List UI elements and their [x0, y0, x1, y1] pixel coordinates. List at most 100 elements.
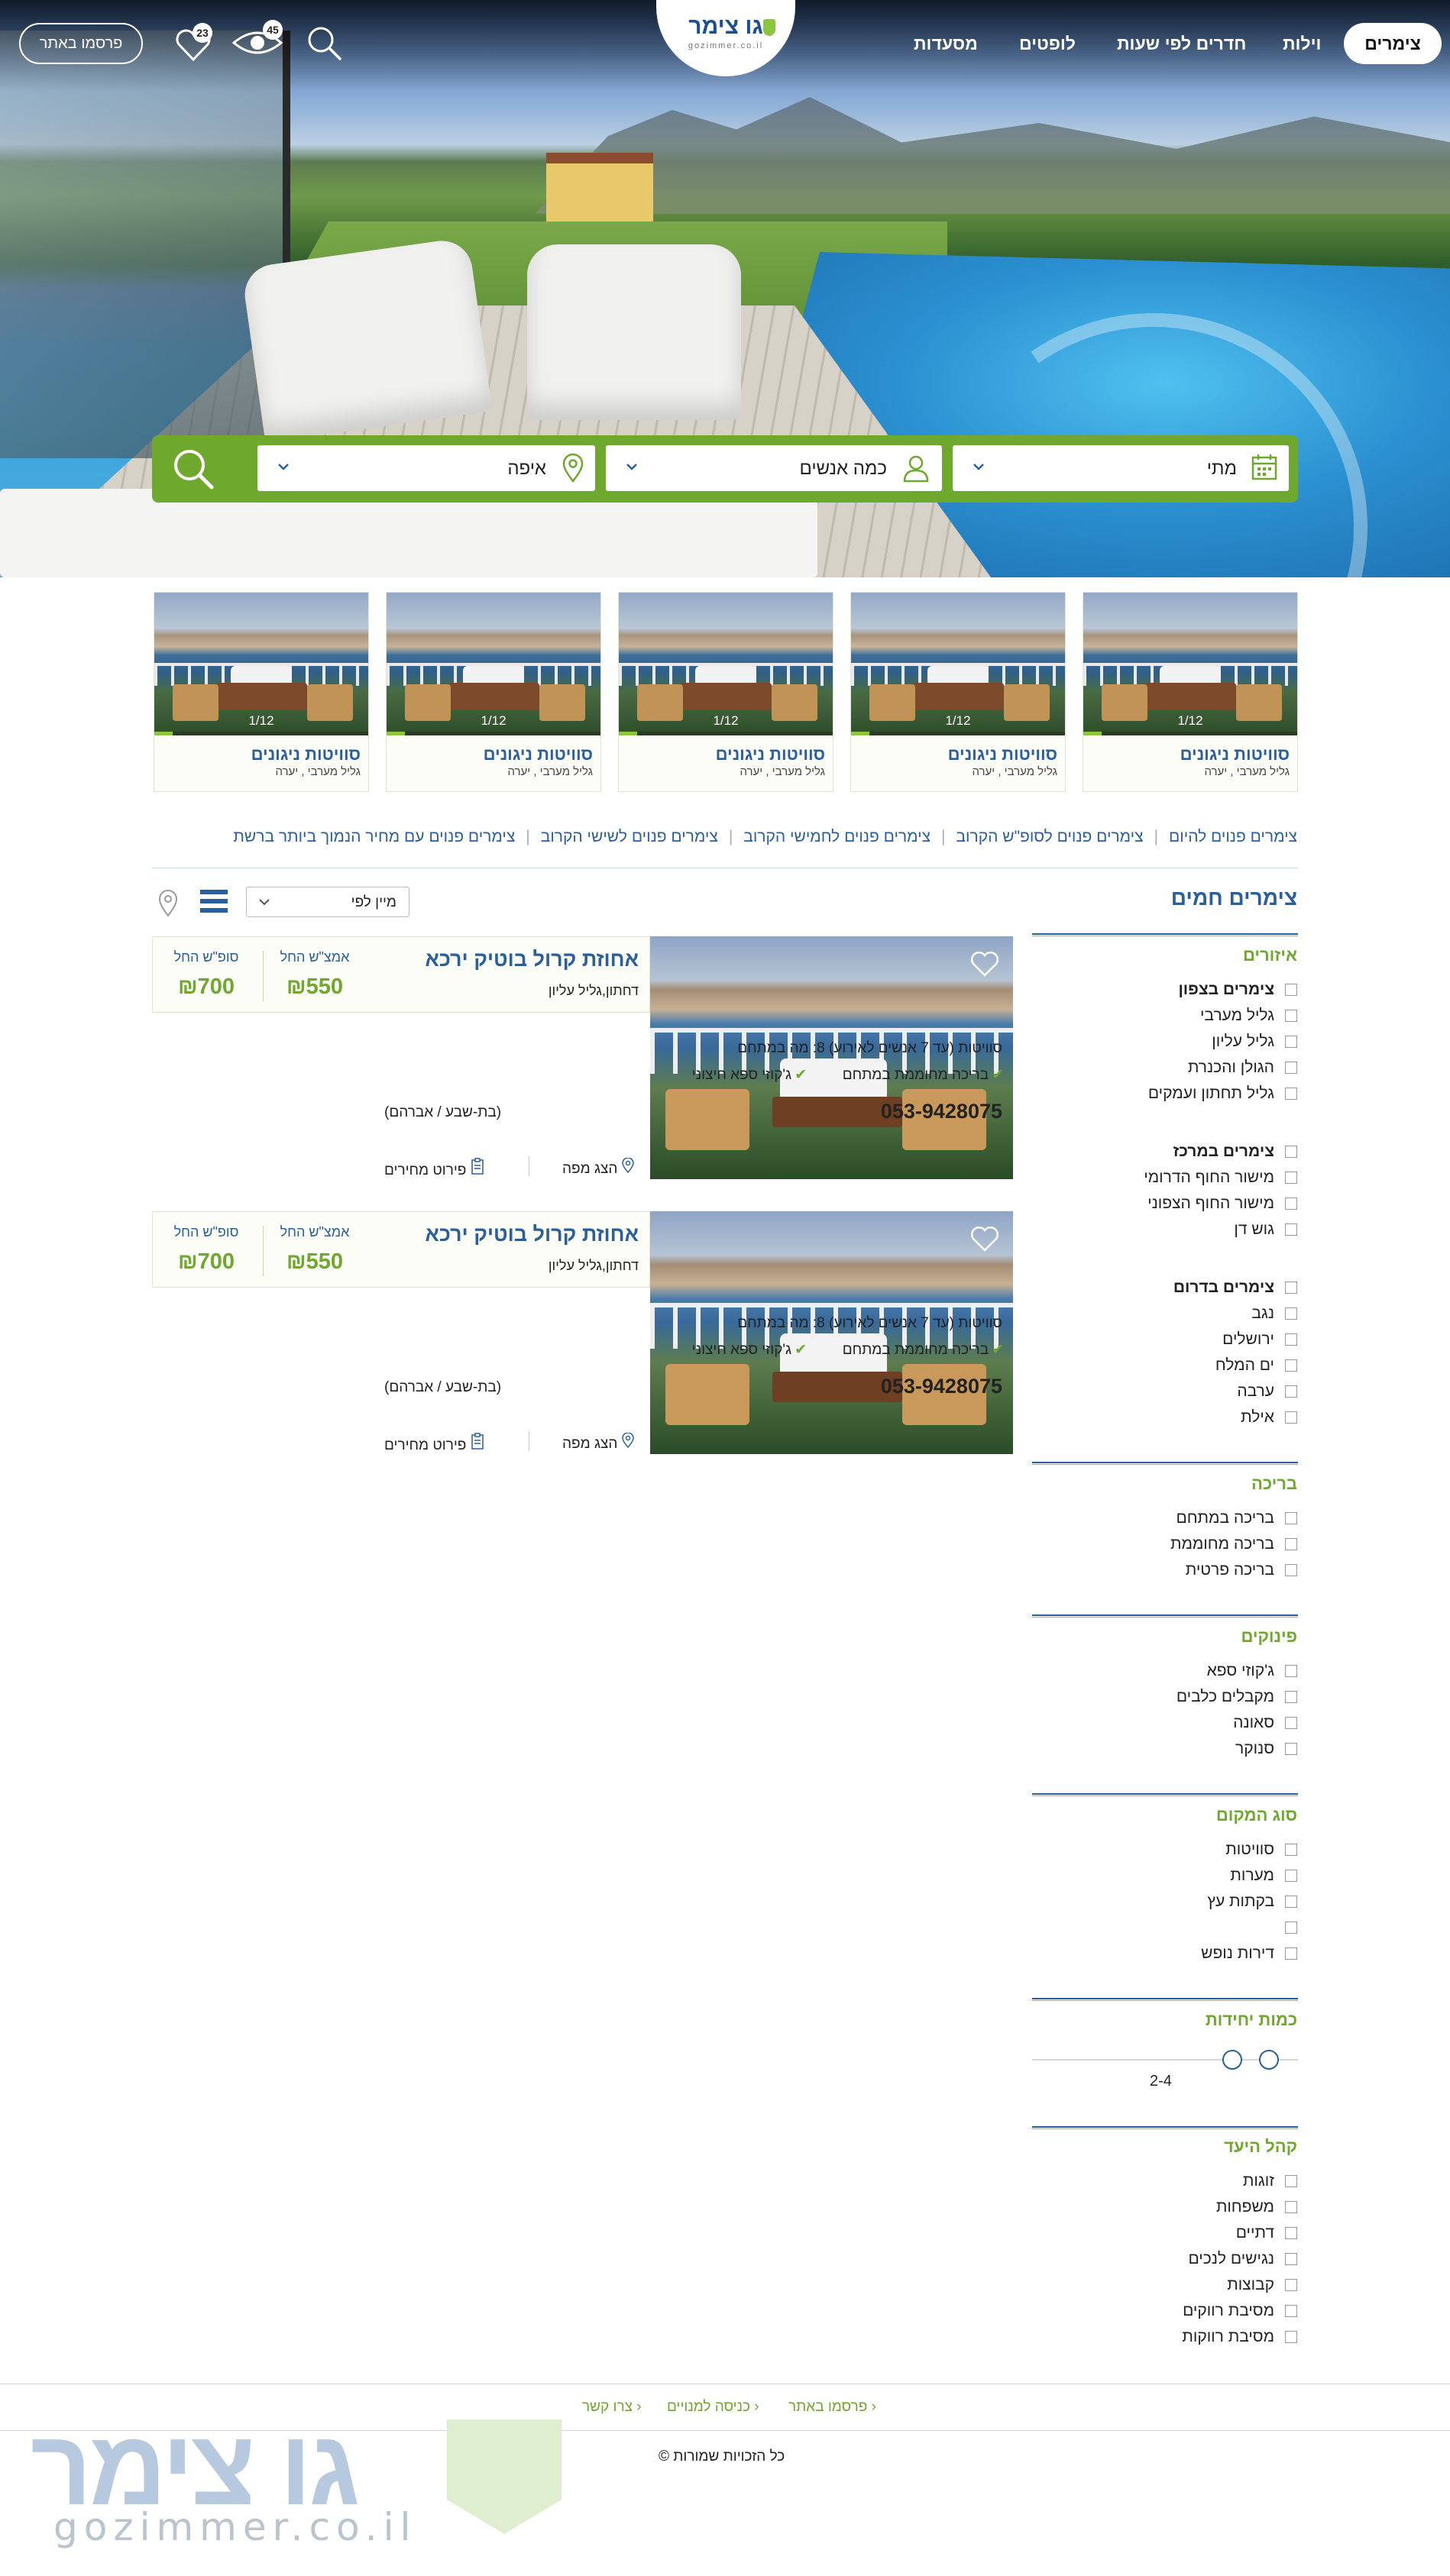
show-map-link[interactable]: הצג מפה: [562, 1157, 634, 1178]
range-handle-max[interactable]: [1259, 2050, 1279, 2070]
range-handle-min[interactable]: [1222, 2050, 1242, 2070]
filter-option[interactable]: הגולן והכנרת: [1188, 1059, 1297, 1081]
checkbox[interactable]: [1285, 1717, 1297, 1730]
checkbox[interactable]: [1285, 1743, 1297, 1756]
filter-option[interactable]: אילת: [1241, 1408, 1297, 1431]
filter-option[interactable]: ים המלח: [1215, 1356, 1297, 1379]
filter-option[interactable]: מערות: [1230, 1867, 1297, 1889]
filter-option[interactable]: [1274, 1918, 1297, 1941]
checkbox[interactable]: [1285, 2331, 1297, 2344]
checkbox[interactable]: [1285, 1036, 1297, 1049]
checkbox[interactable]: [1285, 1512, 1297, 1525]
checkbox[interactable]: [1285, 1198, 1297, 1210]
quick-link-weekend[interactable]: צימרים פנוים לסופ"ש הקרוב: [956, 828, 1144, 845]
checkbox[interactable]: [1285, 2253, 1297, 2266]
filter-option[interactable]: צימרים בצפון: [1178, 981, 1297, 1004]
filter-option[interactable]: ערבה: [1237, 1382, 1297, 1405]
filter-option[interactable]: זוגות: [1243, 2172, 1297, 2195]
listing-card[interactable]: אחוזת קרול בוטיק ירכא דחתון,גליל עליון א…: [152, 936, 1013, 1179]
filter-option[interactable]: קבוצות: [1227, 2276, 1297, 2299]
favorites-heart-icon[interactable]: 23: [174, 23, 212, 66]
listing-phone[interactable]: 053-9428075: [881, 1100, 1002, 1123]
checkbox[interactable]: [1285, 1844, 1297, 1857]
checkbox[interactable]: [1285, 2227, 1297, 2240]
checkbox[interactable]: [1285, 2305, 1297, 2318]
filter-option[interactable]: בריכה מחוממת: [1170, 1535, 1297, 1558]
filter-option[interactable]: מישור החוף הדרומי: [1144, 1168, 1297, 1191]
checkbox[interactable]: [1285, 2279, 1297, 2292]
publish-button[interactable]: פרסמו באתר: [19, 23, 143, 64]
filter-option[interactable]: צימרים בדרום: [1173, 1278, 1297, 1301]
quick-link-friday[interactable]: צימרים פנוים לשישי הקרוב: [541, 828, 718, 845]
checkbox[interactable]: [1285, 1691, 1297, 1704]
checkbox[interactable]: [1285, 1146, 1297, 1159]
location-field[interactable]: איפה: [257, 445, 595, 491]
search-submit-button[interactable]: [169, 444, 218, 493]
date-field[interactable]: מתי: [953, 445, 1289, 491]
price-details-link[interactable]: פירוט מחירים: [384, 1433, 484, 1454]
nav-zimmers[interactable]: צימרים: [1344, 23, 1442, 64]
filter-option[interactable]: בריכה פרטית: [1186, 1561, 1297, 1584]
nav-villas[interactable]: וילות: [1283, 34, 1321, 54]
checkbox[interactable]: [1285, 984, 1297, 997]
map-view-icon[interactable]: [157, 889, 179, 922]
checkbox[interactable]: [1285, 1010, 1297, 1023]
filter-option[interactable]: נגישים לנכים: [1188, 2250, 1297, 2273]
filter-option[interactable]: משפחות: [1216, 2198, 1297, 2221]
checkbox[interactable]: [1285, 1359, 1297, 1372]
checkbox[interactable]: [1285, 1564, 1297, 1577]
recently-viewed-eye-icon[interactable]: 45: [231, 20, 284, 63]
nav-hourly-rooms[interactable]: חדרים לפי שעות: [1117, 34, 1246, 54]
price-details-link[interactable]: פירוט מחירים: [384, 1158, 484, 1179]
featured-card[interactable]: 1/12 סוויטות ניגונים גליל מערבי , יערה: [386, 592, 601, 792]
checkbox[interactable]: [1285, 1921, 1297, 1934]
checkbox[interactable]: [1285, 1385, 1297, 1398]
featured-card[interactable]: 1/12 סוויטות ניגונים גליל מערבי , יערה: [1083, 592, 1298, 792]
checkbox[interactable]: [1285, 1223, 1297, 1236]
list-view-icon[interactable]: [200, 888, 228, 914]
favorite-heart-icon[interactable]: [969, 950, 1000, 981]
filter-option[interactable]: סאונה: [1233, 1714, 1297, 1737]
quick-link-thursday[interactable]: צימרים פנוים לחמישי הקרוב: [743, 828, 931, 845]
filter-option[interactable]: בקתות עץ: [1207, 1892, 1297, 1915]
listing-phone[interactable]: 053-9428075: [881, 1375, 1002, 1398]
filter-option[interactable]: ירושלים: [1222, 1330, 1297, 1353]
filter-option[interactable]: מישור החוף הצפוני: [1147, 1194, 1297, 1217]
filter-option[interactable]: מקבלים כלבים: [1177, 1688, 1297, 1711]
guests-field[interactable]: כמה אנשים: [606, 445, 942, 491]
featured-card[interactable]: 1/12 סוויטות ניגונים גליל מערבי , יערה: [154, 592, 369, 792]
checkbox[interactable]: [1285, 2201, 1297, 2214]
favorite-heart-icon[interactable]: [969, 1225, 1000, 1256]
quick-link-lowest-price[interactable]: צימרים פנוים עם מחיר הנמוך ביותר ברשת: [233, 828, 515, 845]
filter-option[interactable]: מסיבת רווקים: [1183, 2302, 1297, 2325]
featured-card[interactable]: 1/12 סוויטות ניגונים גליל מערבי , יערה: [618, 592, 833, 792]
footer-link-publish[interactable]: ‹ פרסמו באתר: [788, 2399, 876, 2416]
checkbox[interactable]: [1285, 1870, 1297, 1883]
filter-option[interactable]: גוש דן: [1234, 1220, 1297, 1243]
listing-name[interactable]: אחוזת קרול בוטיק ירכא: [425, 1223, 639, 1246]
checkbox[interactable]: [1285, 2175, 1297, 2188]
checkbox[interactable]: [1285, 1172, 1297, 1185]
filter-option[interactable]: דירות נופש: [1201, 1944, 1297, 1967]
checkbox[interactable]: [1285, 1333, 1297, 1346]
filter-option[interactable]: גליל עליון: [1212, 1033, 1297, 1055]
quick-link-today[interactable]: צימרים פנוים להיום: [1169, 828, 1297, 845]
filter-option[interactable]: ג'קוזי ספא: [1207, 1662, 1297, 1685]
filter-option[interactable]: גליל תחתון ועמקים: [1148, 1084, 1297, 1107]
nav-restaurants[interactable]: מסעדות: [914, 34, 978, 54]
sort-select[interactable]: מיין לפי: [246, 887, 409, 917]
listing-card[interactable]: אחוזת קרול בוטיק ירכא דחתון,גליל עליון א…: [152, 1211, 1013, 1454]
checkbox[interactable]: [1285, 1307, 1297, 1320]
filter-option[interactable]: נגב: [1251, 1304, 1297, 1327]
filter-option[interactable]: דתיים: [1236, 2224, 1297, 2247]
filter-option[interactable]: סנוקר: [1235, 1740, 1297, 1763]
search-icon[interactable]: [304, 23, 345, 68]
listing-name[interactable]: אחוזת קרול בוטיק ירכא: [425, 948, 639, 971]
filter-option[interactable]: סוויטות: [1225, 1841, 1297, 1863]
footer-link-contact[interactable]: ‹ צרו קשר: [582, 2399, 642, 2416]
units-range-track[interactable]: [1032, 2059, 1298, 2060]
nav-lofts[interactable]: לופטים: [1019, 34, 1076, 54]
checkbox[interactable]: [1285, 1411, 1297, 1424]
show-map-link[interactable]: הצג מפה: [562, 1432, 634, 1453]
checkbox[interactable]: [1285, 1282, 1297, 1294]
